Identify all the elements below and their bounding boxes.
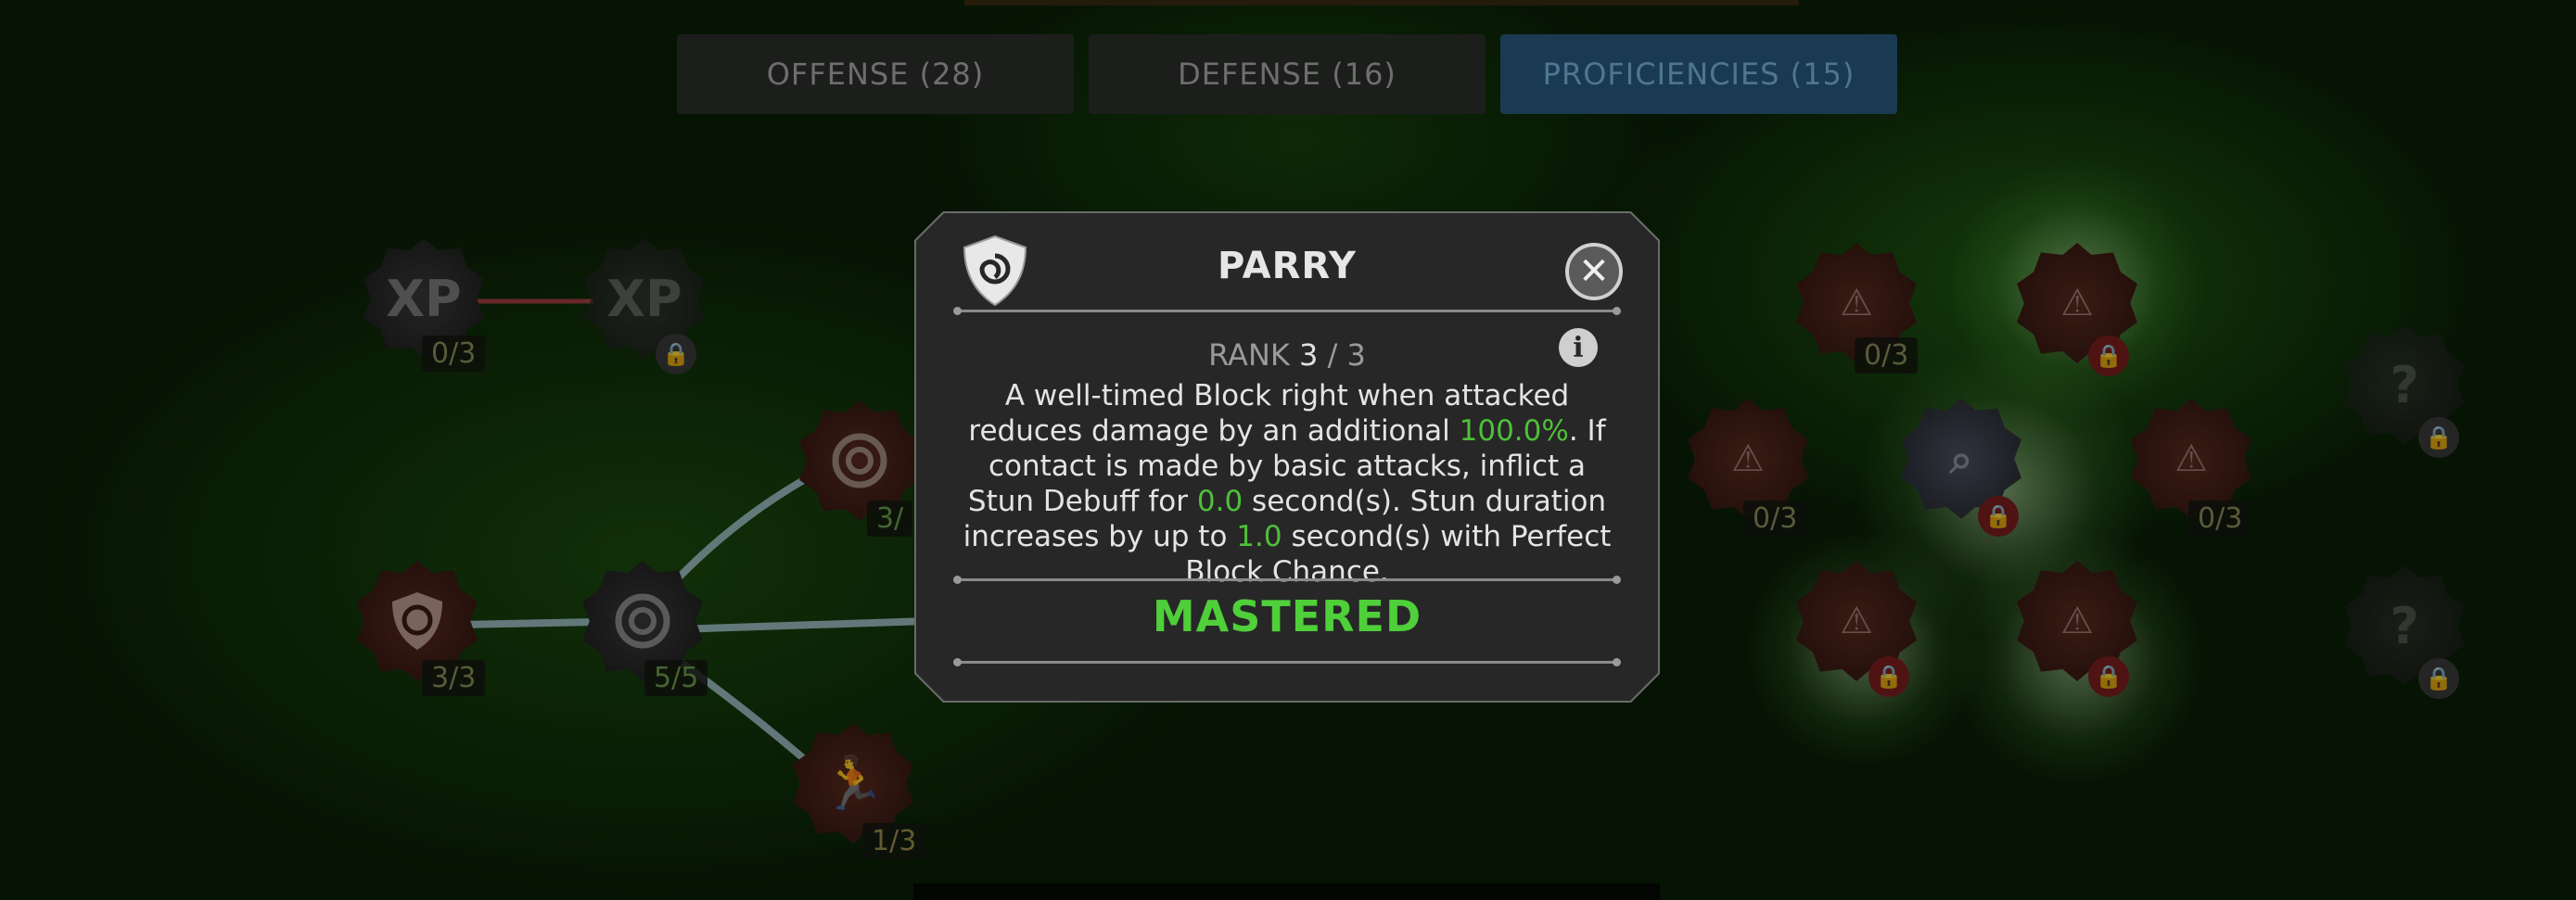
close-button[interactable]: ✕ [1565,243,1623,300]
dialog-title: PARRY [1218,245,1357,287]
tab-defense[interactable]: DEFENSE (16) [1089,34,1486,114]
rank-separator: / [1327,337,1338,373]
rank-label: RANK [1208,337,1290,373]
desc-value: 1.0 [1236,520,1282,553]
divider [953,658,1621,666]
info-icon: i [1573,331,1584,364]
tab-proficiencies[interactable]: PROFICIENCIES (15) [1500,34,1897,114]
desc-value: 100.0% [1459,414,1569,448]
rank-display: RANK 3 / 3 [916,337,1658,373]
close-icon: ✕ [1578,250,1610,293]
parry-dialog: PARRY ✕ RANK 3 / 3 i A well-timed Block … [916,213,1658,701]
desc-value: 0.0 [1196,485,1243,518]
info-button[interactable]: i [1559,328,1598,367]
divider [953,307,1621,315]
mastered-status: MASTERED [1152,591,1422,641]
rank-current: 3 [1299,337,1319,373]
divider [953,576,1621,584]
tab-offense[interactable]: OFFENSE (28) [677,34,1074,114]
rank-max: 3 [1346,337,1366,373]
skill-description: A well-timed Block right when attacked r… [953,378,1621,589]
